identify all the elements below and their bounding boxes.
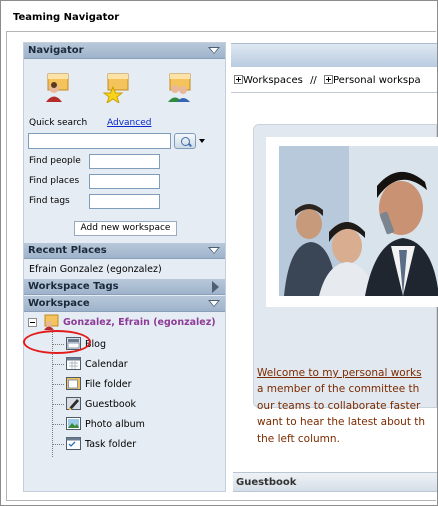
favorites-icon[interactable] xyxy=(102,71,132,103)
collapse-icon[interactable] xyxy=(208,47,220,54)
navigator-header-label: Navigator xyxy=(28,45,84,56)
workspace-tree-item[interactable]: File folder xyxy=(85,379,132,390)
photo-album-icon xyxy=(66,417,81,430)
recent-places-header-label: Recent Places xyxy=(28,245,107,256)
welcome-panel xyxy=(253,124,438,408)
welcome-line: our teams to collaborate faster xyxy=(257,399,421,412)
photo-illustration xyxy=(279,146,438,296)
workspace-tags-header[interactable]: Workspace Tags xyxy=(24,279,225,295)
search-options-dropdown-icon[interactable] xyxy=(199,139,205,143)
workspace-tags-header-label: Workspace Tags xyxy=(28,281,119,292)
personal-workspace-icon xyxy=(44,314,59,330)
guestbook-header[interactable]: Guestbook xyxy=(233,472,437,492)
file-folder-icon xyxy=(66,377,81,390)
teaming-navigator-window: Teaming Navigator Navigator Quick search… xyxy=(0,0,438,506)
highlight-oval xyxy=(23,330,91,354)
divider xyxy=(231,92,437,93)
tree-collapse-toggle[interactable] xyxy=(28,318,37,327)
add-new-workspace-button[interactable]: Add new workspace xyxy=(74,221,177,236)
workspace-root-item[interactable]: Gonzalez, Efrain (egonzalez) xyxy=(63,317,216,328)
workspace-tree-item[interactable]: Guestbook xyxy=(85,399,136,410)
breadcrumb: Workspaces // Personal workspa xyxy=(234,75,421,86)
collapse-icon[interactable] xyxy=(208,300,220,307)
collapse-icon[interactable] xyxy=(208,247,220,254)
find-tags-label: Find tags xyxy=(29,196,70,206)
workspace-section: Workspace Gonzalez, Efrain (egonzalez) B… xyxy=(24,296,225,472)
team-workspaces-icon[interactable] xyxy=(164,71,194,103)
welcome-link[interactable]: Welcome to my personal works xyxy=(257,367,422,379)
welcome-line: want to hear the latest about th xyxy=(257,416,426,428)
find-places-label: Find places xyxy=(29,176,80,186)
recent-places-section: Recent Places Efrain Gonzalez (egonzalez… xyxy=(24,243,225,275)
find-tags-input[interactable] xyxy=(89,194,160,209)
advanced-search-link[interactable]: Advanced xyxy=(107,118,151,128)
workspace-tags-section: Workspace Tags xyxy=(24,279,225,295)
breadcrumb-separator: // xyxy=(310,75,317,86)
content-toolbar xyxy=(231,43,437,67)
search-button[interactable] xyxy=(174,133,196,149)
welcome-line: a member of the committee th xyxy=(257,383,420,395)
navigator-panel: Navigator Quick search Advanced Find peo… xyxy=(23,42,226,492)
calendar-icon xyxy=(66,357,81,370)
business-people-photo xyxy=(279,146,438,296)
welcome-text: a member of the committee th our teams t… xyxy=(257,381,425,447)
expand-icon[interactable] xyxy=(212,281,219,293)
breadcrumb-personal-workspace[interactable]: Personal workspa xyxy=(333,75,421,86)
find-people-input[interactable] xyxy=(89,154,160,169)
window-title: Teaming Navigator xyxy=(13,12,120,23)
quick-search-label: Quick search xyxy=(29,118,88,128)
navigator-icon-row xyxy=(24,59,225,119)
quick-search-input[interactable] xyxy=(28,133,171,149)
my-workspace-icon[interactable] xyxy=(42,71,72,103)
welcome-line: the left column. xyxy=(257,432,340,445)
workspace-header[interactable]: Workspace xyxy=(24,296,225,312)
workspace-tree-item[interactable]: Photo album xyxy=(85,419,145,430)
find-people-label: Find people xyxy=(29,156,81,166)
breadcrumb-workspaces[interactable]: Workspaces xyxy=(243,75,303,86)
navigator-header[interactable]: Navigator xyxy=(24,43,225,59)
main-content: Workspaces // Personal workspa Welcome t… xyxy=(231,42,438,502)
workspace-tree-item[interactable]: Task folder xyxy=(85,439,136,450)
recent-places-header[interactable]: Recent Places xyxy=(24,243,225,259)
recent-place-item[interactable]: Efrain Gonzalez (egonzalez) xyxy=(24,259,225,275)
task-folder-icon xyxy=(66,437,81,450)
expand-icon[interactable] xyxy=(234,75,243,84)
expand-icon[interactable] xyxy=(324,75,333,84)
guestbook-icon xyxy=(66,397,81,410)
photo-card xyxy=(266,137,438,307)
workspace-header-label: Workspace xyxy=(28,298,90,309)
workspace-tree-item[interactable]: Calendar xyxy=(85,359,128,370)
find-places-input[interactable] xyxy=(89,174,160,189)
